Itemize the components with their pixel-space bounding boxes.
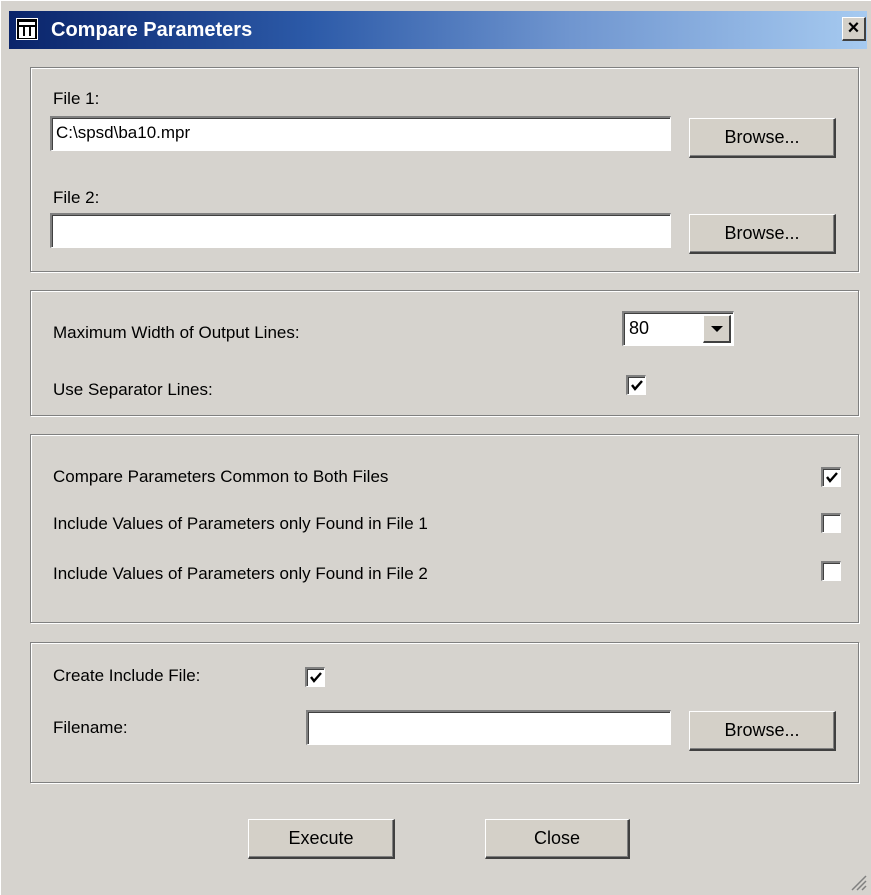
resize-grip-icon[interactable] <box>847 871 867 891</box>
file1-label: File 1: <box>53 89 100 108</box>
close-button[interactable]: Close <box>485 819 630 859</box>
file1-input[interactable]: C:\spsd\ba10.mpr <box>50 116 671 151</box>
max-width-label: Maximum Width of Output Lines: <box>53 323 300 342</box>
chevron-down-icon[interactable] <box>703 315 731 343</box>
files-group: File 1: C:\spsd\ba10.mpr Browse... File … <box>30 67 859 272</box>
file2-input[interactable] <box>50 213 671 248</box>
close-window-button[interactable]: × <box>842 17 866 41</box>
include-only-file2-checkbox[interactable] <box>821 561 841 581</box>
compare-common-checkbox[interactable] <box>821 467 841 487</box>
file2-browse-button[interactable]: Browse... <box>689 214 836 254</box>
filename-label: Filename: <box>53 718 128 737</box>
include-only-file1-label: Include Values of Parameters only Found … <box>53 514 428 533</box>
app-window-icon <box>16 18 38 40</box>
file2-label: File 2: <box>53 188 100 207</box>
output-options-group: Maximum Width of Output Lines: 80 Use Se… <box>30 290 859 416</box>
title-bar[interactable]: Compare Parameters × <box>9 11 867 49</box>
file1-browse-button[interactable]: Browse... <box>689 118 836 158</box>
compare-common-label: Compare Parameters Common to Both Files <box>53 467 389 486</box>
compare-parameters-dialog: Compare Parameters × File 1: C:\spsd\ba1… <box>0 0 871 895</box>
filename-input[interactable] <box>306 710 671 745</box>
execute-button[interactable]: Execute <box>248 819 395 859</box>
close-icon: × <box>847 17 860 39</box>
include-only-file2-label: Include Values of Parameters only Found … <box>53 564 428 583</box>
include-only-file1-checkbox[interactable] <box>821 513 841 533</box>
max-width-value: 80 <box>629 318 650 338</box>
checkmark-icon <box>826 472 838 483</box>
max-width-select[interactable]: 80 <box>622 311 734 346</box>
checkmark-icon <box>631 380 643 391</box>
filename-browse-button[interactable]: Browse... <box>689 711 836 751</box>
create-include-label: Create Include File: <box>53 666 201 685</box>
compare-options-group: Compare Parameters Common to Both Files … <box>30 434 859 623</box>
checkmark-icon <box>310 672 322 683</box>
separator-label: Use Separator Lines: <box>53 380 213 399</box>
include-file-group: Create Include File: Filename: Browse... <box>30 642 859 783</box>
separator-checkbox[interactable] <box>626 375 646 395</box>
create-include-checkbox[interactable] <box>305 667 325 687</box>
window-title: Compare Parameters <box>51 19 253 41</box>
